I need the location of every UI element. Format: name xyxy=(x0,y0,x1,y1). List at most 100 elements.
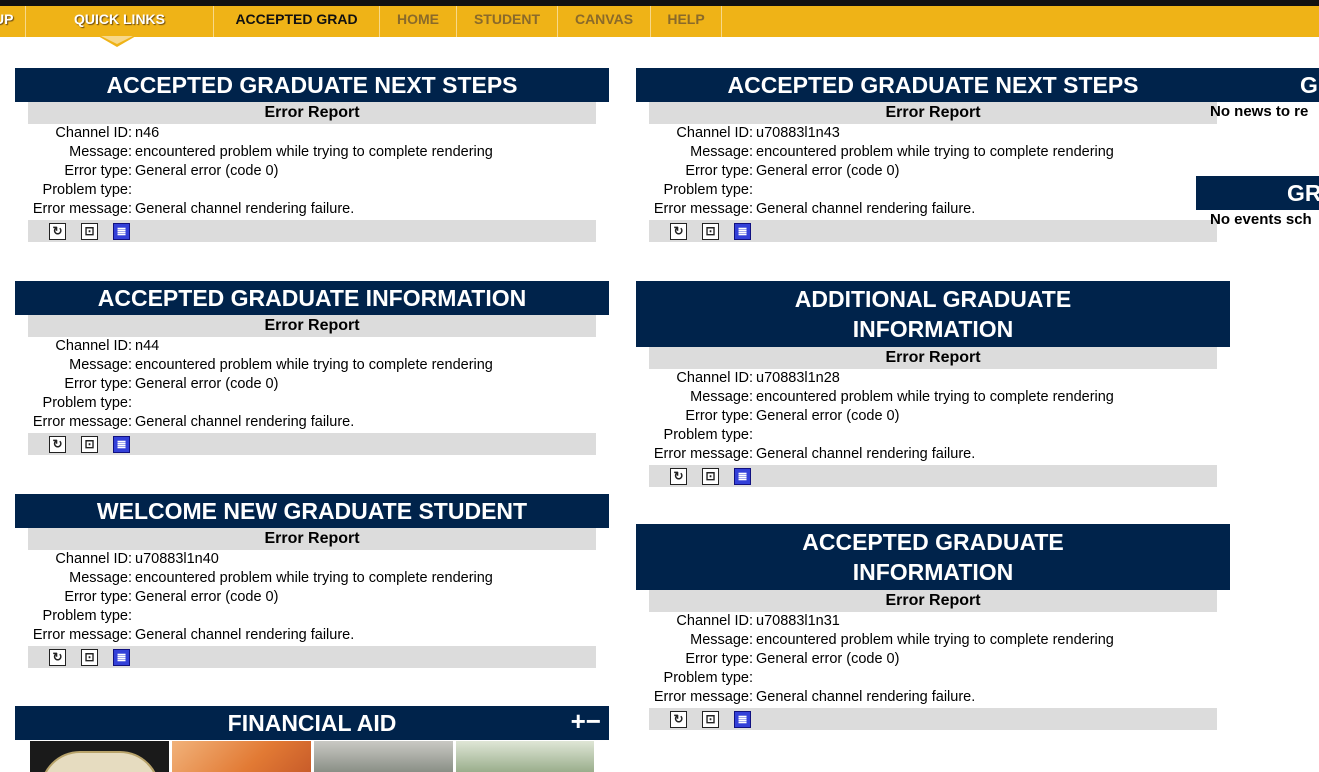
error-type-label: Error type: xyxy=(685,651,753,667)
error-report: Error Report Channel ID: n46 Message: enco… xyxy=(28,102,596,242)
error-message-label: Error message: xyxy=(32,201,132,217)
refresh-icon[interactable]: ↻ xyxy=(670,711,687,728)
error-report-heading: Error Report xyxy=(649,102,1217,124)
error-type-label: Error type: xyxy=(64,589,132,605)
refresh-icon[interactable]: ↻ xyxy=(49,436,66,453)
problem-type-label: Problem type: xyxy=(663,670,753,686)
channel-id-label: Channel ID: xyxy=(55,551,132,567)
channel-id-label: Channel ID: xyxy=(676,613,753,629)
quick-links-arrow-inner xyxy=(101,36,133,44)
error-report-heading: Error Report xyxy=(28,528,596,550)
error-type-value: General error (code 0) xyxy=(756,163,900,179)
about-icon[interactable]: ≣ xyxy=(113,436,130,453)
error-report: Error Report Channel ID: u70883l1n31 Mess… xyxy=(649,590,1217,730)
student-photo xyxy=(172,741,311,772)
news-portlet-title: G xyxy=(1196,68,1319,102)
error-report-heading: Error Report xyxy=(28,315,596,337)
portlet-title-line: INFORMATION xyxy=(852,559,1014,585)
nav-tab-home[interactable]: HOME xyxy=(379,6,456,37)
focus-icon[interactable]: ⊡ xyxy=(81,436,98,453)
message-value: encountered problem while trying to comp… xyxy=(135,357,493,373)
problem-type-label: Problem type: xyxy=(42,395,132,411)
about-icon[interactable]: ≣ xyxy=(113,223,130,240)
campus-photo xyxy=(314,741,453,772)
portlet-title-bar: FINANCIAL AID +− xyxy=(15,706,609,740)
refresh-icon[interactable]: ↻ xyxy=(49,649,66,666)
portlet-controls: ↻ ⊡ ≣ xyxy=(649,465,1217,487)
focus-icon[interactable]: ⊡ xyxy=(702,223,719,240)
message-label: Message: xyxy=(69,357,132,373)
nav-tab-accepted-grad[interactable]: ACCEPTED GRAD xyxy=(213,6,379,37)
channel-id-value: u70883l1n31 xyxy=(756,613,840,629)
portlet-title: ACCEPTED GRADUATE INFORMATION xyxy=(636,524,1230,590)
channel-id-label: Channel ID: xyxy=(55,125,132,141)
portlet-title-line: ACCEPTED GRADUATE xyxy=(802,529,1064,555)
portlet-title: ACCEPTED GRADUATE NEXT STEPS xyxy=(636,68,1230,102)
error-message-label: Error message: xyxy=(32,414,132,430)
refresh-icon[interactable]: ↻ xyxy=(670,223,687,240)
error-report-heading: Error Report xyxy=(28,102,596,124)
error-report-heading: Error Report xyxy=(649,590,1217,612)
error-type-label: Error type: xyxy=(685,408,753,424)
error-report-heading: Error Report xyxy=(649,347,1217,369)
channel-id-label: Channel ID: xyxy=(55,338,132,354)
error-report: Error Report Channel ID: u70883l1n43 Mess… xyxy=(649,102,1217,242)
portlet-controls: ↻ ⊡ ≣ xyxy=(649,708,1217,730)
about-icon[interactable]: ≣ xyxy=(113,649,130,666)
message-label: Message: xyxy=(690,389,753,405)
portlet-title: ADDITIONAL GRADUATE INFORMATION xyxy=(636,281,1230,347)
about-icon[interactable]: ≣ xyxy=(734,223,751,240)
refresh-icon[interactable]: ↻ xyxy=(670,468,687,485)
financial-aid-images xyxy=(15,741,609,772)
nav-tab-canvas[interactable]: CANVAS xyxy=(557,6,650,37)
nav-tab-quick-links[interactable]: QUICK LINKS xyxy=(25,6,213,37)
portlet-controls: ↻ ⊡ ≣ xyxy=(28,433,596,455)
portlet-next-steps-2: ACCEPTED GRADUATE NEXT STEPS Error Repor… xyxy=(636,68,1230,242)
channel-id-value: n44 xyxy=(135,338,160,354)
message-value: encountered problem while trying to comp… xyxy=(756,389,1114,405)
message-value: encountered problem while trying to comp… xyxy=(756,632,1114,648)
error-type-label: Error type: xyxy=(685,163,753,179)
events-portlet-title: GR xyxy=(1196,176,1319,210)
problem-type-label: Problem type: xyxy=(663,427,753,443)
problem-type-label: Problem type: xyxy=(663,182,753,198)
error-message-value: General channel rendering failure. xyxy=(756,446,976,462)
error-type-value: General error (code 0) xyxy=(756,408,900,424)
error-report: Error Report Channel ID: u70883l1n28 Mess… xyxy=(649,347,1217,487)
portlet-controls: ↻ ⊡ ≣ xyxy=(28,220,596,242)
news-empty-text: No news to re xyxy=(1210,103,1309,120)
events-empty-text: No events sch xyxy=(1210,211,1312,228)
message-value: encountered problem while trying to comp… xyxy=(135,570,493,586)
portlet-welcome-new-grad: WELCOME NEW GRADUATE STUDENT Error Repor… xyxy=(15,494,609,668)
portlet-title: WELCOME NEW GRADUATE STUDENT xyxy=(15,494,609,528)
channel-id-label: Channel ID: xyxy=(676,125,753,141)
nav-tab-up[interactable]: UP xyxy=(0,6,24,37)
right-sidebar: G No news to re GR No events sch xyxy=(1196,68,1319,772)
nav-tab-help[interactable]: HELP xyxy=(650,6,722,37)
nav-tab-student[interactable]: STUDENT xyxy=(456,6,557,37)
error-message-value: General channel rendering failure. xyxy=(756,689,976,705)
portlet-controls: ↻ ⊡ ≣ xyxy=(28,646,596,668)
about-icon[interactable]: ≣ xyxy=(734,711,751,728)
error-message-value: General channel rendering failure. xyxy=(135,414,355,430)
focus-icon[interactable]: ⊡ xyxy=(702,468,719,485)
error-report: Error Report Channel ID: n44 Message: enco… xyxy=(28,315,596,455)
message-label: Message: xyxy=(690,632,753,648)
focus-icon[interactable]: ⊡ xyxy=(702,711,719,728)
error-type-label: Error type: xyxy=(64,163,132,179)
error-type-value: General error (code 0) xyxy=(135,163,279,179)
message-value: encountered problem while trying to comp… xyxy=(135,144,493,160)
channel-id-value: n46 xyxy=(135,125,160,141)
group-photo xyxy=(456,741,594,772)
error-message-value: General channel rendering failure. xyxy=(135,201,355,217)
focus-icon[interactable]: ⊡ xyxy=(81,649,98,666)
focus-icon[interactable]: ⊡ xyxy=(81,223,98,240)
refresh-icon[interactable]: ↻ xyxy=(49,223,66,240)
portlet-title-line: ADDITIONAL GRADUATE xyxy=(794,286,1072,312)
portlet-graduate-information: ACCEPTED GRADUATE INFORMATION Error Repo… xyxy=(15,281,609,455)
about-icon[interactable]: ≣ xyxy=(734,468,751,485)
portlet-next-steps: ACCEPTED GRADUATE NEXT STEPS Error Repor… xyxy=(15,68,609,242)
error-type-value: General error (code 0) xyxy=(756,651,900,667)
expand-collapse-button[interactable]: +− xyxy=(571,706,601,736)
channel-id-value: u70883l1n40 xyxy=(135,551,219,567)
